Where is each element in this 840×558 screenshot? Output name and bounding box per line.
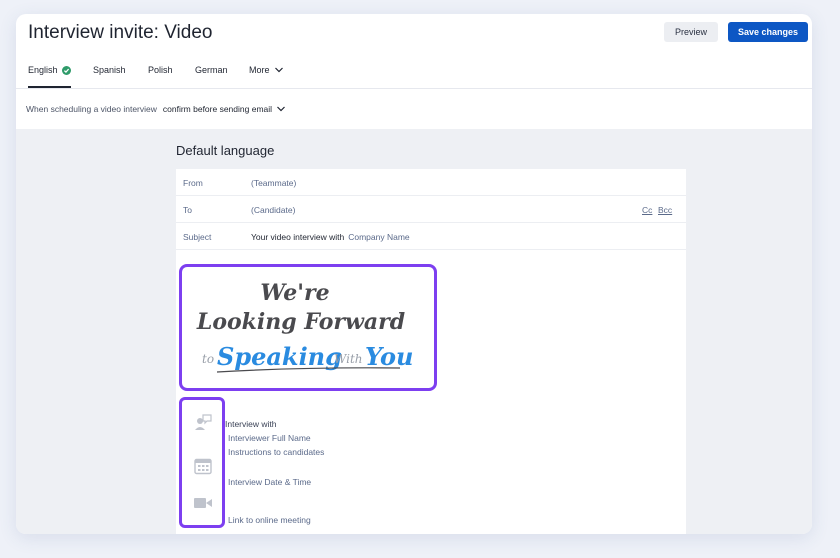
subject-label: Subject (183, 232, 212, 242)
bcc-link[interactable]: Bcc (658, 205, 672, 215)
from-row: From (Teammate) (176, 169, 686, 196)
page-title: Interview invite: Video (28, 22, 213, 43)
language-tabs: English Spanish Polish German More (28, 62, 808, 86)
header-divider (16, 88, 812, 89)
subject-field[interactable]: Your video interview with Company Name (251, 232, 410, 242)
tab-polish[interactable]: Polish (148, 62, 173, 78)
tab-english[interactable]: English (28, 62, 71, 78)
setting-dropdown[interactable]: confirm before sending email (163, 104, 286, 114)
interview-with-text: Interview with (225, 419, 277, 429)
banner-graphic: We're Looking Forward to Speaking With Y… (196, 280, 414, 373)
subject-text: Your video interview with (251, 232, 345, 242)
from-label: From (183, 178, 203, 188)
banner-with: With (334, 352, 363, 366)
person-chat-icon (194, 414, 212, 432)
tab-german[interactable]: German (195, 62, 228, 78)
preview-button[interactable]: Preview (664, 22, 718, 42)
video-camera-icon (194, 494, 212, 512)
to-label: To (183, 205, 192, 215)
save-changes-button[interactable]: Save changes (728, 22, 808, 42)
from-value[interactable]: (Teammate) (251, 178, 296, 188)
tab-label: German (195, 65, 228, 75)
tab-label: English (28, 65, 58, 75)
chevron-down-icon (274, 67, 283, 73)
section-title: Default language (176, 143, 275, 158)
tab-label: Spanish (93, 65, 126, 75)
setting-label: When scheduling a video interview (26, 104, 157, 114)
instructions-variable[interactable]: Instructions to candidates (228, 447, 324, 457)
to-row: To (Candidate) Cc Bcc (176, 196, 686, 223)
tab-label: Polish (148, 65, 173, 75)
tab-spanish[interactable]: Spanish (93, 62, 126, 78)
video-interview-setting: When scheduling a video interview confir… (26, 104, 286, 114)
check-icon (61, 65, 71, 75)
subject-row: Subject Your video interview with Company… (176, 223, 686, 250)
banner-line-2: Looking Forward (196, 309, 405, 335)
to-value[interactable]: (Candidate) (251, 205, 295, 215)
chevron-down-icon (277, 106, 285, 112)
tab-label: More (249, 65, 270, 75)
setting-value: confirm before sending email (162, 104, 273, 114)
company-name-variable: Company Name (348, 232, 410, 242)
email-template-card: From (Teammate) To (Candidate) Cc Bcc Su… (176, 169, 686, 534)
cc-link[interactable]: Cc (642, 205, 652, 215)
calendar-icon (194, 457, 212, 475)
banner-speaking: Speaking (217, 342, 342, 371)
tab-more[interactable]: More (249, 62, 284, 78)
app-window: Interview invite: Video Preview Save cha… (16, 14, 812, 534)
banner-to: to (202, 352, 214, 366)
editor-canvas: Default language From (Teammate) To (Can… (16, 129, 812, 534)
banner-you: You (365, 342, 414, 371)
meeting-link-variable[interactable]: Link to online meeting (228, 515, 311, 525)
banner-image[interactable]: We're Looking Forward to Speaking With Y… (179, 264, 437, 391)
interviewer-name-variable[interactable]: Interviewer Full Name (228, 433, 311, 443)
interview-datetime-variable[interactable]: Interview Date & Time (228, 477, 311, 487)
banner-line-1: We're (260, 280, 329, 306)
